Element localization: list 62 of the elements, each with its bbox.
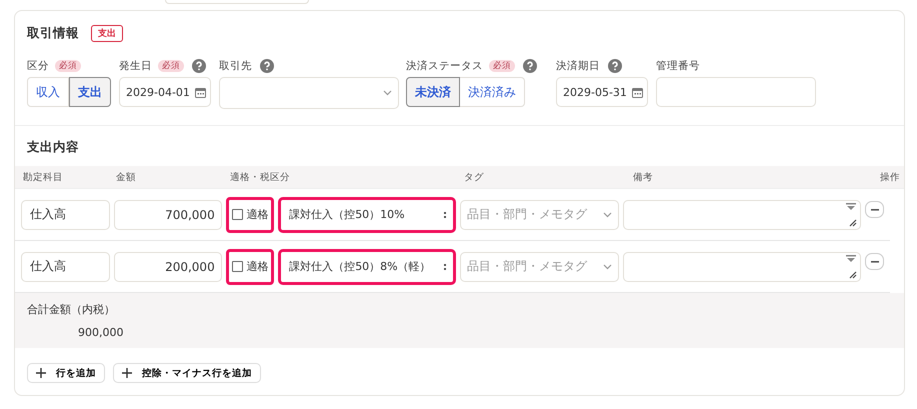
required-badge: 必須: [489, 60, 515, 72]
help-icon[interactable]: [192, 59, 206, 73]
input-field[interactable]: [165, 0, 309, 4]
segment-button[interactable]: 決済済み: [460, 77, 525, 107]
date-field[interactable]: 2029-05-31: [556, 77, 648, 107]
qualified-checkbox[interactable]: 適格: [226, 196, 274, 232]
plus-icon: [36, 368, 46, 378]
section-title: 支出内容: [27, 139, 80, 156]
column-header: タグ: [464, 170, 484, 184]
field-label: 管理番号: [656, 59, 700, 73]
type-badge: 支出: [91, 25, 123, 42]
amount-field[interactable]: 700,000: [114, 200, 222, 230]
minus-icon: [870, 260, 879, 262]
input-field[interactable]: [656, 77, 816, 107]
stepper-icon: [444, 262, 448, 270]
expand-icon[interactable]: [846, 254, 856, 262]
chevron-down-icon: [383, 90, 392, 96]
column-header: 勘定科目: [23, 170, 63, 184]
column-header: 金額: [116, 170, 136, 184]
memo-field[interactable]: [623, 252, 862, 282]
plus-icon: [122, 368, 132, 378]
field-label: 取引先: [219, 59, 252, 73]
date-field[interactable]: 2029-04-01: [119, 77, 211, 107]
amount-field[interactable]: 200,000: [114, 252, 222, 282]
memo-field[interactable]: [623, 200, 862, 230]
chevron-down-icon: [603, 264, 612, 270]
account-field[interactable]: 仕入高: [21, 252, 110, 282]
column-header: 適格・税区分: [230, 170, 290, 184]
resize-handle-icon[interactable]: [849, 270, 858, 278]
calendar-icon[interactable]: [195, 86, 206, 98]
required-badge: 必須: [158, 60, 184, 72]
column-header: 備考: [633, 170, 653, 184]
segment-button[interactable]: 支出: [69, 77, 111, 107]
account-field[interactable]: 仕入高: [21, 200, 110, 230]
help-icon[interactable]: [608, 59, 622, 73]
remove-row-button[interactable]: [865, 201, 884, 218]
help-icon[interactable]: [523, 59, 537, 73]
segment-button[interactable]: 未決済: [406, 77, 460, 107]
column-header: 操作: [880, 170, 900, 184]
field-label: 決済期日: [556, 59, 600, 73]
qualified-checkbox[interactable]: 適格: [226, 248, 274, 284]
section-title: 取引情報: [27, 25, 79, 42]
chevron-down-icon: [603, 212, 612, 218]
total-label: 合計金額（内税）: [27, 302, 116, 317]
segment-button[interactable]: 収入: [27, 77, 69, 107]
field-label: 決済ステータス: [406, 59, 483, 73]
expand-icon[interactable]: [846, 202, 856, 210]
select-field[interactable]: [219, 77, 399, 109]
field-label: 発生日: [119, 59, 152, 73]
field-label: 区分: [27, 59, 49, 73]
tax-select[interactable]: 課対仕入（控50）8%（軽）: [278, 248, 456, 284]
stepper-icon: [444, 210, 448, 218]
resize-handle-icon[interactable]: [849, 218, 858, 226]
help-icon[interactable]: [260, 59, 274, 73]
tax-select[interactable]: 課対仕入（控50）10%: [278, 196, 456, 232]
minus-icon: [870, 208, 879, 210]
add-row-button[interactable]: 控除・マイナス行を追加: [113, 363, 261, 383]
add-row-button[interactable]: 行を追加: [27, 363, 105, 383]
remove-row-button[interactable]: [865, 253, 884, 270]
required-badge: 必須: [55, 60, 81, 72]
total-amount: 900,000: [77, 326, 124, 339]
calendar-icon[interactable]: [632, 86, 643, 98]
